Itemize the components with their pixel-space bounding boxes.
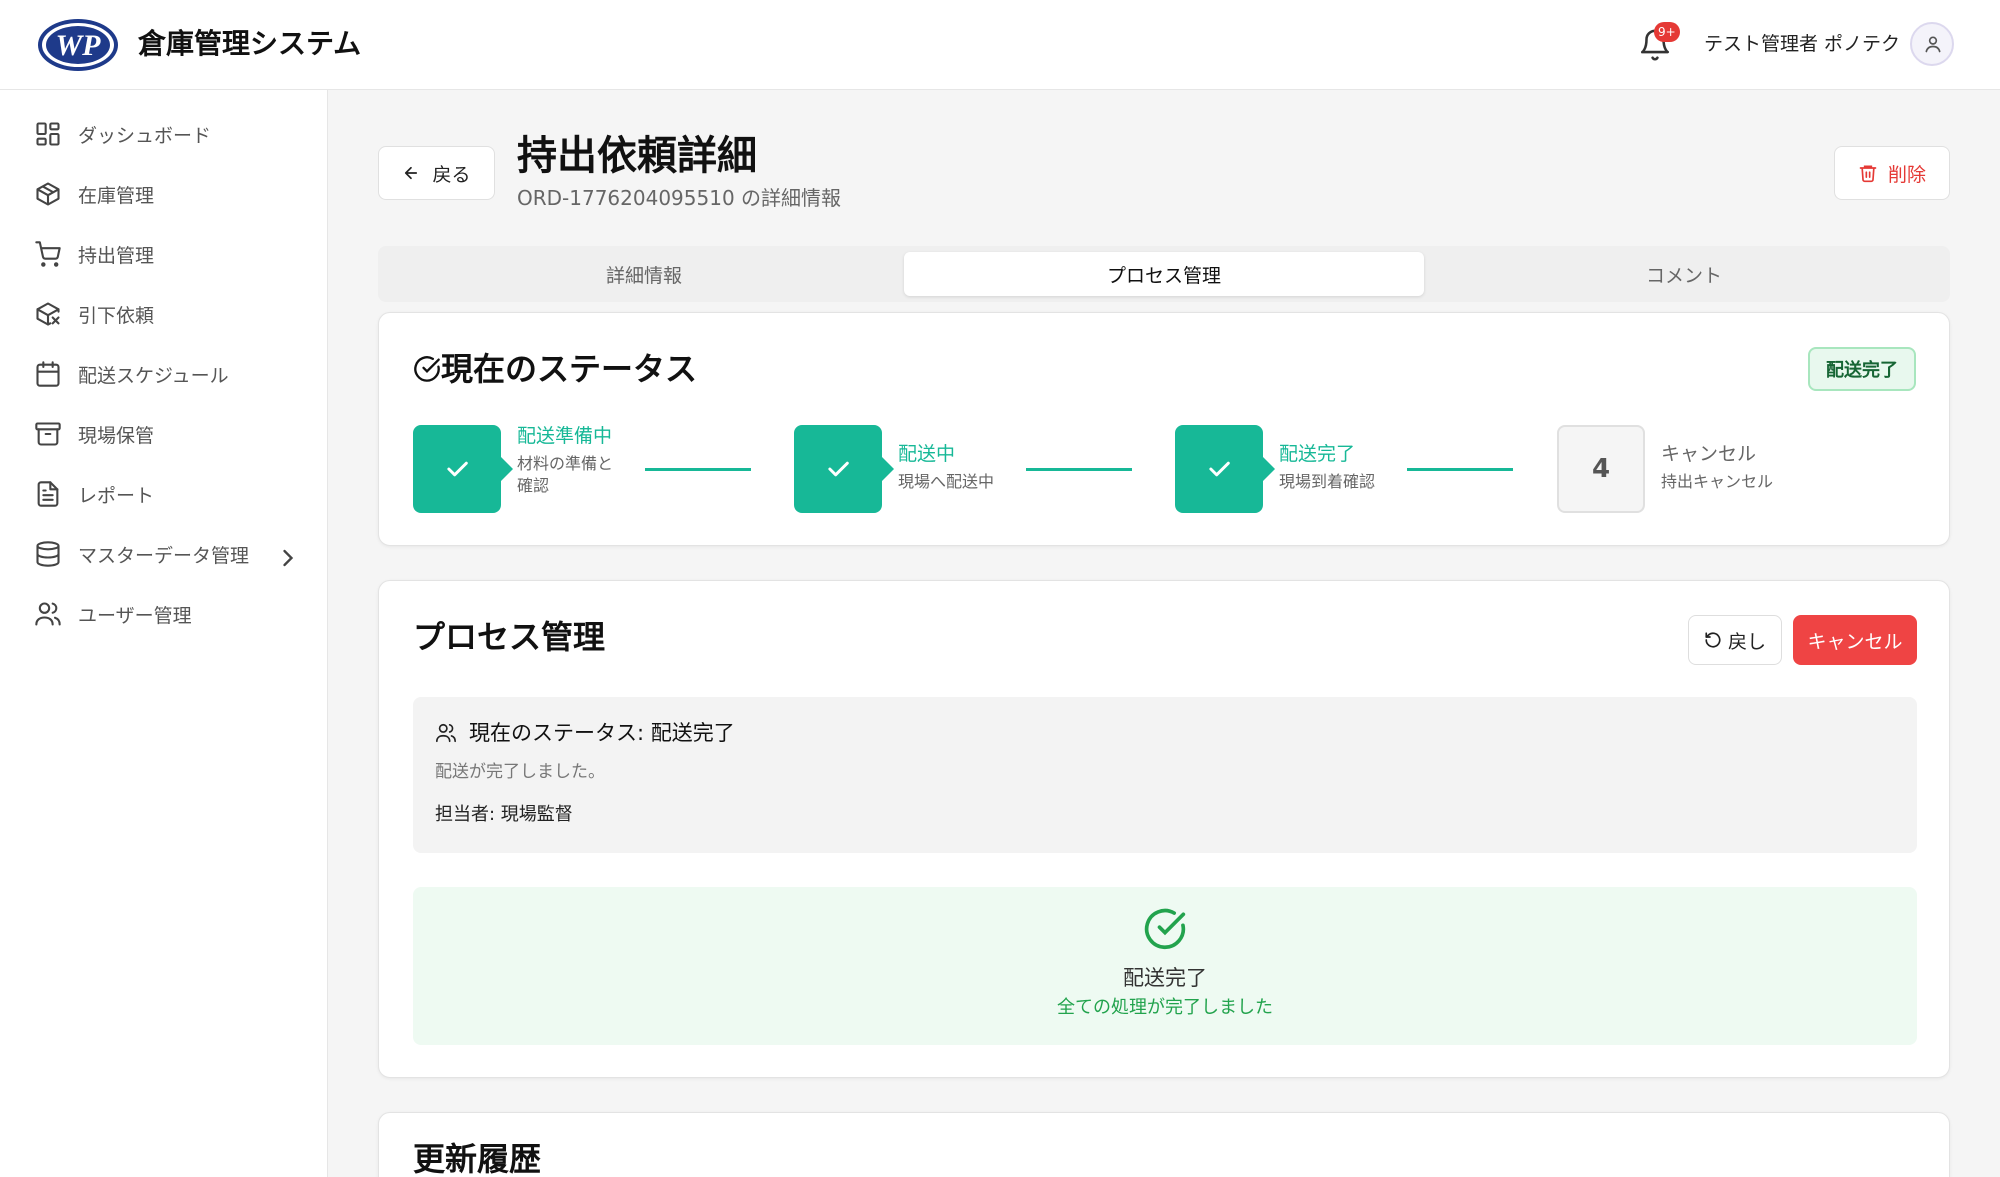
step-4-desc: 持出キャンセル [1661,472,1774,491]
sidebar-item-label: 引下依頼 [78,304,155,327]
database-icon [36,541,60,567]
sidebar-item-delivery-schedule[interactable]: 配送スケジュール [34,354,304,394]
sidebar-item-label: レポート [78,484,155,507]
page-title: 持出依頼詳細 [517,133,757,179]
sidebar-item-checkout[interactable]: 持出管理 [34,234,304,274]
revert-button-label: 戻し [1727,630,1766,653]
step-2-desc: 現場へ配送中 [898,472,995,491]
delete-button-label: 削除 [1887,163,1926,186]
archive-icon [35,422,61,446]
step-2-complete [794,425,894,513]
step-connector [1026,468,1132,471]
sidebar-item-users[interactable]: ユーザー管理 [34,594,304,634]
step-1-desc: 材料の準備と [517,454,614,473]
sidebar-item-label: ダッシュボード [78,124,212,147]
completion-subtitle: 全ての処理が完了しました [1057,997,1273,1018]
history-section-title: 更新履歴 [413,1140,542,1177]
box-icon [36,182,60,206]
trash-icon [1859,165,1877,183]
sidebar-item-report[interactable]: レポート [34,474,304,514]
cancel-button[interactable]: キャンセル [1793,615,1917,665]
user-icon [1925,36,1941,53]
page-subtitle: ORD-1776204095510 の詳細情報 [517,186,842,210]
step-connector [645,468,751,471]
check-circle-icon [414,356,440,382]
sidebar-item-pullback[interactable]: 引下依頼 [34,294,304,334]
tab-bar: 詳細情報 プロセス管理 コメント [378,246,1950,302]
process-management-card: プロセス管理 戻し キャンセル 現在のステータス: 配送完了 配送が完了しました… [378,580,1950,1078]
update-history-card: 更新履歴 [378,1112,1950,1177]
completion-title: 配送完了 [1123,966,1207,990]
step-4-label: キャンセル [1661,443,1757,465]
step-2-label: 配送中 [898,443,956,465]
status-section-title: 現在のステータス [441,350,698,388]
users-icon [35,602,61,626]
assignee: 担当者: 現場監督 [435,804,573,825]
cart-icon [35,241,61,267]
sidebar-item-label: ユーザー管理 [78,604,192,627]
tab-process-management[interactable]: プロセス管理 [904,252,1424,296]
current-status-card: 現在のステータス 配送完了 配送準備中 材料の準備と 確認 配送中 現場へ配送中… [378,312,1950,546]
arrow-left-icon [405,166,418,180]
step-1-desc-line2: 確認 [517,476,550,495]
top-header: WP 倉庫管理システム 9+ テスト管理者 ポノテク [0,0,2000,90]
status-badge: 配送完了 [1808,347,1916,391]
package-return-icon [36,302,60,326]
sidebar-item-inventory[interactable]: 在庫管理 [34,174,304,214]
step-1-label: 配送準備中 [517,425,613,447]
dashboard-icon [36,122,60,146]
delete-button[interactable]: 削除 [1834,146,1950,200]
user-name[interactable]: テスト管理者 ポノテク [1704,30,1900,58]
step-1-complete [413,425,513,513]
svg-text:WP: WP [56,29,102,62]
users-icon [436,723,456,743]
sidebar: ダッシュボード 在庫管理 持出管理 引下依頼 配送スケジュール 現場保管 レポー… [0,90,328,1177]
sidebar-item-label: 在庫管理 [78,184,155,207]
tab-comments[interactable]: コメント [1424,252,1944,296]
sidebar-item-label: 配送スケジュール [78,364,229,387]
completion-banner: 配送完了 全ての処理が完了しました [413,887,1917,1045]
check-icon [828,461,849,477]
undo-icon [1705,632,1721,648]
step-3-desc: 現場到着確認 [1279,472,1376,491]
sidebar-item-site-storage[interactable]: 現場保管 [34,414,304,454]
step-4-number: 4 [1557,425,1645,513]
back-button[interactable]: 戻る [378,146,495,200]
tab-details[interactable]: 詳細情報 [384,252,904,296]
check-icon [447,461,468,477]
app-title: 倉庫管理システム [138,27,362,60]
avatar[interactable] [1910,22,1954,66]
sidebar-item-label: 持出管理 [78,244,155,267]
process-section-title: プロセス管理 [413,618,606,656]
notification-badge: 9+ [1654,22,1680,42]
sidebar-item-master-data[interactable]: マスターデータ管理 [34,534,304,574]
calendar-icon [36,361,60,387]
check-icon [1209,461,1230,477]
check-circle-icon [1144,908,1186,950]
chevron-right-icon [283,549,294,567]
document-icon [37,481,59,507]
revert-button[interactable]: 戻し [1688,615,1782,665]
back-button-label: 戻る [432,163,471,186]
company-logo[interactable]: WP [36,17,120,73]
status-message: 配送が完了しました。 [435,762,605,782]
current-status-info: 現在のステータス: 配送完了 配送が完了しました。 担当者: 現場監督 [413,697,1917,853]
step-3-label: 配送完了 [1279,443,1356,465]
sidebar-item-label: 現場保管 [78,424,155,447]
step-connector [1407,468,1513,471]
step-3-complete [1175,425,1275,513]
current-status-heading: 現在のステータス: 配送完了 [435,717,735,749]
current-status-text: 現在のステータス: 配送完了 [469,721,735,745]
sidebar-item-dashboard[interactable]: ダッシュボード [34,114,304,154]
sidebar-item-label: マスターデータ管理 [78,544,250,567]
